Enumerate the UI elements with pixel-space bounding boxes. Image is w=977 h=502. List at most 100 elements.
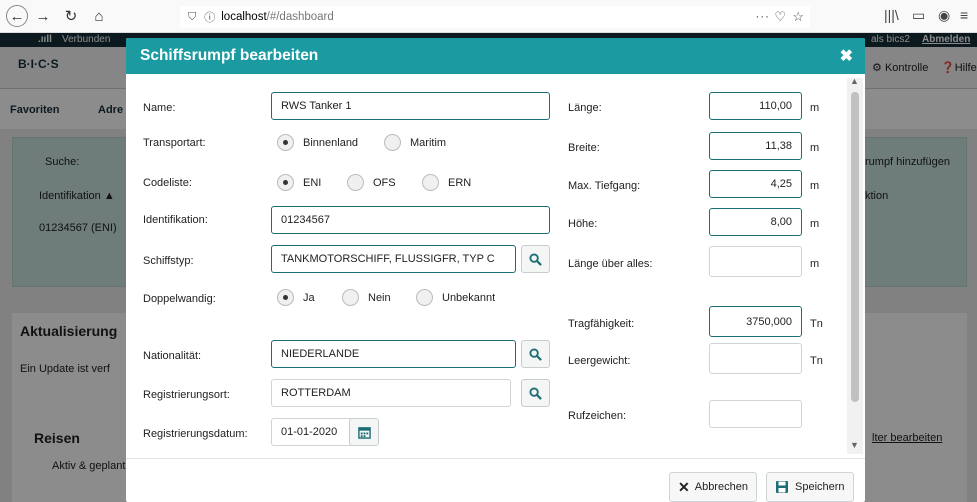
pocket-icon[interactable]: ♡ <box>774 9 786 25</box>
regort-input[interactable]: ROTTERDAM <box>271 379 511 407</box>
scroll-down-icon[interactable]: ▼ <box>850 440 859 450</box>
home-icon[interactable]: ⌂ <box>88 5 110 27</box>
name-input[interactable]: RWS Tanker 1 <box>271 92 550 120</box>
scrollbar[interactable]: ▲ ▼ <box>847 76 863 454</box>
url-host: localhost <box>221 11 267 23</box>
leer-input[interactable] <box>709 343 802 374</box>
regdatum-value: 01-01-2020 <box>281 426 338 438</box>
ruf-label: Rufzeichen: <box>568 410 627 422</box>
ident-value: 01234567 <box>281 214 330 226</box>
radio-binnenland-label: Binnenland <box>303 136 359 149</box>
cancel-label: Abbrechen <box>694 481 748 493</box>
search-icon <box>529 386 542 400</box>
extension-icon[interactable]: ◉ <box>938 7 950 24</box>
forward-icon[interactable]: → <box>32 5 54 27</box>
schiffstyp-input[interactable]: TANKMOTORSCHIFF, FLUSSIGFR, TYP C <box>271 245 516 273</box>
search-icon <box>529 252 542 266</box>
regort-search-button[interactable] <box>521 379 550 407</box>
radio-ja[interactable]: Ja <box>277 289 315 306</box>
radio-circle <box>277 289 294 306</box>
trag-unit: Tn <box>810 318 823 330</box>
bookmark-star-icon[interactable]: ☆ <box>792 9 804 25</box>
ident-input[interactable]: 01234567 <box>271 206 550 234</box>
nationalitaet-label: Nationalität: <box>143 350 202 362</box>
nationalitaet-input[interactable]: NIEDERLANDE <box>271 340 516 368</box>
radio-ofs-label: OFS <box>373 176 396 189</box>
schiffstyp-label: Schiffstyp: <box>143 255 194 267</box>
radio-circle <box>384 134 401 151</box>
radio-nein[interactable]: Nein <box>342 289 391 306</box>
breite-input[interactable]: 11,38 <box>709 132 802 160</box>
schiffstyp-value: TANKMOTORSCHIFF, FLUSSIGFR, TYP C <box>281 253 495 265</box>
edit-hull-dialog: Schiffsrumpf bearbeiten ✖ Name: RWS Tank… <box>126 38 865 502</box>
regdatum-label: Registrierungsdatum: <box>143 428 248 440</box>
close-icon[interactable]: ✖ <box>840 46 853 66</box>
radio-circle <box>277 174 294 191</box>
radio-maritim-label: Maritim <box>410 136 447 149</box>
radio-nein-label: Nein <box>368 291 391 304</box>
radio-circle <box>416 289 433 306</box>
radio-ofs[interactable]: OFS <box>347 174 396 191</box>
hoehe-value: 8,00 <box>770 216 792 228</box>
calendar-button[interactable] <box>349 418 379 446</box>
page-actions-icon[interactable]: ··· <box>756 11 771 23</box>
radio-ern[interactable]: ERN <box>422 174 471 191</box>
tiefgang-label: Max. Tiefgang: <box>568 180 641 192</box>
url-path: /#/dashboard <box>266 11 334 23</box>
ident-label: Identifikation: <box>143 214 208 226</box>
save-label: Speichern <box>795 481 845 493</box>
close-x-icon: ✕ <box>678 478 690 495</box>
radio-circle <box>347 174 364 191</box>
library-icon[interactable]: |||\ <box>884 7 899 23</box>
regort-value: ROTTERDAM <box>281 387 351 399</box>
dialog-title: Schiffsrumpf bearbeiten <box>140 47 319 64</box>
radio-eni-label: ENI <box>303 176 322 189</box>
radio-circle <box>277 134 294 151</box>
regdatum-input[interactable]: 01-01-2020 <box>271 418 355 446</box>
lua-unit: m <box>810 258 820 270</box>
tiefgang-value: 4,25 <box>770 178 792 190</box>
scroll-up-icon[interactable]: ▲ <box>850 76 859 86</box>
trag-label: Tragfähigkeit: <box>568 318 635 330</box>
save-button[interactable]: Speichern <box>766 472 854 502</box>
schiffstyp-search-button[interactable] <box>521 245 550 273</box>
radio-ern-label: ERN <box>448 176 472 189</box>
radio-circle <box>342 289 359 306</box>
radio-circle <box>422 174 439 191</box>
back-icon[interactable]: ← <box>6 5 28 27</box>
calendar-icon <box>357 426 371 439</box>
laenge-input[interactable]: 110,00 <box>709 92 802 120</box>
nationalitaet-value: NIEDERLANDE <box>281 348 360 360</box>
lua-label: Länge über alles: <box>568 258 653 270</box>
dialog-header: Schiffsrumpf bearbeiten <box>126 38 865 74</box>
info-icon[interactable]: ⓘ <box>204 9 215 25</box>
shield-icon: ⛉ <box>188 10 197 23</box>
leer-label: Leergewicht: <box>568 355 631 367</box>
trag-value: 3750,000 <box>746 315 792 328</box>
cancel-button[interactable]: ✕ Abbrechen <box>669 472 757 502</box>
nationalitaet-search-button[interactable] <box>521 340 550 368</box>
trag-input[interactable]: 3750,000 <box>709 306 802 337</box>
doppelwandig-label: Doppelwandig: <box>143 293 216 305</box>
name-value: RWS Tanker 1 <box>281 100 352 112</box>
hoehe-input[interactable]: 8,00 <box>709 208 802 236</box>
name-label: Name: <box>143 102 176 114</box>
reload-icon[interactable]: ↻ <box>60 5 82 27</box>
ruf-input[interactable] <box>709 400 802 428</box>
browser-toolbar: ← → ↻ ⌂ ⛉ ⓘ localhost/#/dashboard ··· ♡ … <box>0 0 977 33</box>
scrollbar-thumb[interactable] <box>851 92 859 402</box>
breite-value: 11,38 <box>765 140 792 152</box>
tiefgang-input[interactable]: 4,25 <box>709 170 802 198</box>
sidebar-icon[interactable]: ▭ <box>912 7 925 24</box>
radio-ja-label: Ja <box>303 291 315 304</box>
tiefgang-unit: m <box>810 180 820 192</box>
url-bar[interactable]: ⛉ ⓘ localhost/#/dashboard ··· ♡ ☆ <box>180 6 810 28</box>
radio-unbekannt[interactable]: Unbekannt <box>416 289 495 306</box>
menu-icon[interactable]: ≡ <box>960 7 968 23</box>
search-icon <box>529 347 542 361</box>
radio-maritim[interactable]: Maritim <box>384 134 446 151</box>
lua-input[interactable] <box>709 246 802 277</box>
hoehe-unit: m <box>810 218 820 230</box>
radio-binnenland[interactable]: Binnenland <box>277 134 358 151</box>
radio-eni[interactable]: ENI <box>277 174 321 191</box>
